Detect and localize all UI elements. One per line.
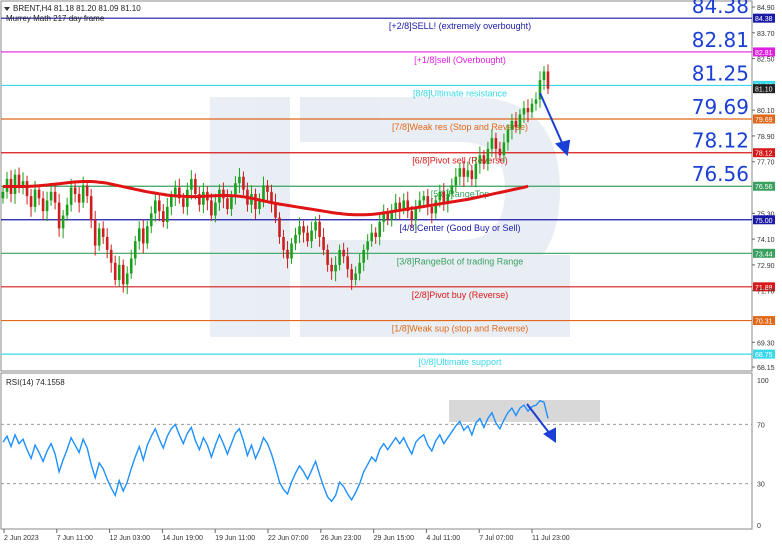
level-tag-text: 79.69 bbox=[755, 117, 773, 124]
time-tick-label: 2 Jun 2023 bbox=[4, 535, 39, 542]
murrey-level-label: [3/8]RangeBot of trading Range bbox=[397, 256, 524, 266]
price-tick-label: 80.10 bbox=[757, 108, 775, 115]
time-tick-label: 11 Jul 23:00 bbox=[532, 535, 570, 542]
murrey-level-label: [2/8]Pivot buy (Reverse) bbox=[412, 290, 509, 300]
price-tick-label: 74.10 bbox=[757, 237, 775, 244]
level-tag-text: 75.00 bbox=[755, 218, 773, 225]
price-tick-label: 68.15 bbox=[757, 365, 775, 372]
murrey-level-label: [1/8]Weak sup (stop and Reverse) bbox=[392, 324, 528, 334]
time-tick-label: 4 Jul 11:00 bbox=[426, 535, 460, 542]
murrey-level-label: [0/8]Ultimate support bbox=[418, 357, 502, 367]
price-tick-label: 71.70 bbox=[757, 289, 775, 296]
big-level-label: 76.56 bbox=[692, 162, 749, 186]
big-level-label: 81.25 bbox=[692, 61, 749, 85]
big-level-label: 79.69 bbox=[692, 95, 749, 119]
level-tag-text: 70.31 bbox=[755, 319, 773, 326]
symbol-header: BRENT,H4 81.18 81.20 81.09 81.10 bbox=[13, 4, 141, 13]
murrey-level-label: [+1/8]sell (Overbought) bbox=[414, 55, 506, 65]
level-tag-text: 68.75 bbox=[755, 352, 773, 359]
price-tick-label: 83.70 bbox=[757, 31, 775, 38]
price-tick-label: 72.90 bbox=[757, 263, 775, 270]
time-tick-label: 14 Jun 19:00 bbox=[162, 535, 203, 542]
rsi-tick-label: 100 bbox=[757, 378, 769, 385]
indicator-header: Murrey Math 217 day frame bbox=[6, 14, 105, 23]
chart-canvas: [+2/8]SELL! (extremely overbought) [+1/8]… bbox=[0, 0, 775, 542]
big-level-label: 78.12 bbox=[692, 129, 749, 153]
price-tick-label: 77.70 bbox=[757, 160, 775, 167]
big-level-label: 82.81 bbox=[692, 28, 749, 52]
murrey-level-label: [+2/8]SELL! (extremely overbought) bbox=[389, 21, 531, 31]
level-tag-text: 73.44 bbox=[755, 251, 773, 258]
level-tag-text: 84.38 bbox=[755, 16, 773, 23]
time-tick-label: 22 Jun 07:00 bbox=[268, 535, 309, 542]
murrey-level-label: [8/8]Ultimate resistance bbox=[413, 88, 507, 98]
price-tick-label: 84.90 bbox=[757, 5, 775, 12]
price-tick-label: 82.50 bbox=[757, 57, 775, 64]
rsi-tick-label: 70 bbox=[757, 422, 765, 429]
rsi-tick-label: 30 bbox=[757, 482, 765, 489]
big-level-label: 84.38 bbox=[692, 0, 749, 18]
price-tick-label: 78.90 bbox=[757, 134, 775, 141]
rsi-tick-label: 0 bbox=[757, 523, 761, 530]
rsi-shaded-zone bbox=[449, 400, 600, 422]
level-tag-text: 76.56 bbox=[755, 184, 773, 191]
time-tick-label: 29 Jun 15:00 bbox=[374, 535, 415, 542]
time-tick-label: 7 Jun 11:00 bbox=[57, 535, 93, 542]
murrey-level-label: [4/8]Center (Good Buy or Sell) bbox=[399, 223, 520, 233]
price-axis: 84.9084.3883.7082.8182.5081.2580.1079.69… bbox=[752, 5, 775, 372]
time-tick-label: 19 Jun 11:00 bbox=[215, 535, 255, 542]
rsi-label: RSI(14) 74.1558 bbox=[6, 378, 65, 387]
time-tick-label: 26 Jun 23:00 bbox=[321, 535, 362, 542]
time-axis: 2 Jun 2023 7 Jun 11:00 12 Jun 03:00 14 Jun … bbox=[3, 529, 570, 542]
price-tick-label: 69.30 bbox=[757, 340, 775, 347]
rsi-panel bbox=[0, 372, 753, 530]
time-tick-label: 12 Jun 03:00 bbox=[110, 535, 151, 542]
time-tick-label: 7 Jul 07:00 bbox=[479, 535, 513, 542]
level-tag-text: 78.12 bbox=[755, 151, 773, 158]
current-price-text: 81.10 bbox=[755, 87, 773, 94]
